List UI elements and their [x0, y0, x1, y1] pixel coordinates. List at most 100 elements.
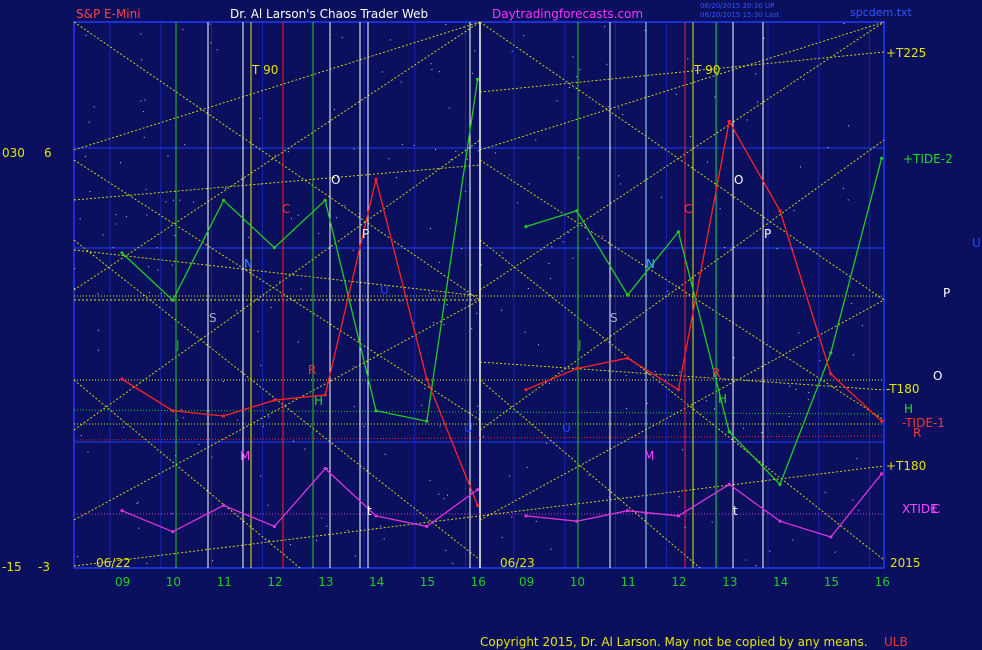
star-dot-177 [626, 408, 628, 410]
star-dot-92 [602, 235, 604, 237]
point-magenta-15 [880, 472, 884, 476]
marker-p-day2: P [764, 227, 771, 241]
header-stamp-1: 06/20/2015 20:30 UP [700, 2, 774, 10]
point-green-4 [323, 198, 327, 202]
star-dot-15 [618, 175, 620, 177]
star-dot-162 [74, 288, 76, 289]
star-dot-25 [688, 378, 690, 380]
star-dot-134 [819, 360, 821, 362]
point-red-5 [374, 177, 378, 181]
star-dot-198 [705, 400, 707, 402]
star-dot-100 [236, 310, 238, 312]
x-tick-label-3: 12 [267, 575, 282, 589]
star-dot-234 [257, 330, 259, 332]
star-dot-129 [143, 136, 145, 138]
left-axis-top-a: 030 [2, 146, 25, 160]
star-dot-139 [344, 205, 346, 207]
star-dot-195 [447, 494, 448, 496]
marker-u-day1: U [380, 283, 389, 297]
star-dot-188 [327, 468, 328, 469]
star-dot-211 [827, 146, 829, 148]
star-dot-191 [363, 426, 365, 427]
point-red-1 [171, 409, 175, 413]
star-dot-72 [654, 371, 656, 372]
star-dot-94 [480, 264, 482, 266]
star-dot-231 [88, 121, 90, 123]
star-dot-43 [629, 424, 631, 426]
star-dot-82 [610, 294, 612, 296]
star-dot-253 [329, 193, 331, 195]
star-dot-221 [494, 152, 496, 154]
star-dot-229 [678, 496, 680, 498]
star-dot-31 [429, 292, 430, 294]
star-dot-159 [535, 139, 537, 141]
star-dot-104 [223, 381, 224, 382]
point-magenta-10 [626, 509, 630, 513]
star-dot-73 [291, 218, 292, 220]
star-dot-120 [177, 419, 179, 421]
star-dot-160 [549, 382, 550, 384]
star-dot-157 [465, 190, 467, 192]
series-magenta-day2 [525, 473, 883, 538]
star-dot-142 [743, 427, 745, 429]
star-dot-65 [207, 22, 209, 24]
star-dot-172 [89, 191, 91, 193]
star-dot-76 [224, 188, 226, 189]
star-dot-49 [549, 278, 551, 280]
marker-t-day2: t [733, 504, 738, 518]
star-dot-200 [157, 269, 159, 271]
star-dot-78 [430, 228, 431, 229]
header-stamp-2: 06/20/2015 15:30 Last [700, 11, 780, 19]
point-green-3 [272, 246, 276, 250]
x-tick-label-9: 10 [570, 575, 585, 589]
right-label-r: R [913, 426, 921, 440]
star-dot-183 [146, 214, 148, 216]
star-dot-42 [248, 236, 250, 238]
star-dot-165 [145, 188, 147, 190]
marker-o-day1: O [331, 173, 340, 187]
star-dot-54 [608, 496, 610, 498]
star-dot-98 [607, 106, 609, 108]
star-dot-131 [550, 548, 552, 550]
star-dot-62 [125, 216, 127, 218]
star-dot-101 [329, 33, 331, 35]
copyright-suffix: ULB [884, 635, 908, 649]
point-red-0 [120, 377, 124, 381]
trend-line-17 [479, 51, 885, 93]
star-dot-190 [795, 388, 797, 390]
right-label-c: C [932, 502, 940, 516]
point-green-14 [829, 351, 833, 355]
star-dot-185 [193, 201, 195, 203]
point-magenta-9 [575, 519, 579, 523]
point-red-4 [323, 393, 327, 397]
star-dot-60 [474, 50, 476, 52]
x-tick-label-14: 15 [824, 575, 839, 589]
star-dot-69 [80, 434, 82, 436]
star-dot-143 [501, 309, 503, 311]
star-dot-111 [142, 111, 144, 113]
star-dot-124 [667, 290, 669, 292]
trend-line-12 [479, 21, 885, 301]
star-dot-40 [523, 35, 525, 37]
star-dot-243 [179, 199, 181, 201]
star-dot-250 [388, 158, 390, 160]
header-site[interactable]: Daytradingforecasts.com [492, 7, 643, 21]
point-green-7 [476, 77, 480, 81]
star-dot-244 [483, 436, 485, 438]
star-dot-115 [123, 426, 125, 428]
star-dot-23 [455, 150, 457, 152]
marker-u-day2: U [562, 421, 571, 435]
point-red-8 [524, 388, 528, 392]
star-dot-186 [165, 201, 167, 203]
point-red-7 [476, 503, 480, 507]
star-dot-184 [140, 100, 142, 102]
right-label-tide1: -TIDE-1 [902, 416, 945, 430]
star-dot-53 [646, 403, 648, 404]
star-dot-254 [745, 559, 747, 561]
star-dot-28 [112, 247, 114, 249]
star-dot-114 [341, 37, 343, 38]
star-dot-201 [687, 58, 689, 60]
star-dot-38 [824, 491, 826, 493]
year-label: 2015 [890, 556, 921, 570]
star-dot-89 [588, 474, 590, 476]
